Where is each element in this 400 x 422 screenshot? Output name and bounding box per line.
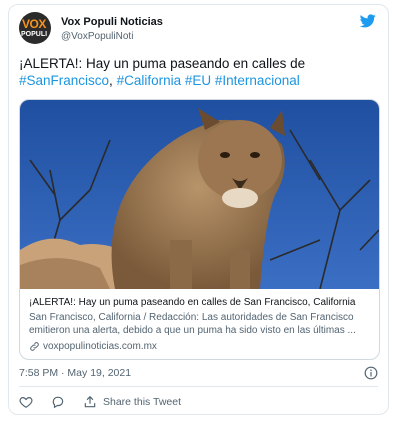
avatar-logo-subtext: POPULI (21, 31, 48, 38)
tweet-text-prefix: ¡ALERTA!: Hay un puma paseando en calles… (19, 56, 306, 71)
card-description: San Francisco, California / Redacción: L… (29, 312, 356, 336)
avatar[interactable]: VOX POPULI (19, 12, 51, 44)
card-title[interactable]: ¡ALERTA!: Hay un puma paseando en calles… (29, 296, 373, 309)
link-icon (30, 342, 39, 351)
share-icon (84, 395, 96, 408)
tweet-header: VOX POPULI Vox Populi Noticias @VoxPopul… (19, 12, 378, 50)
hashtag-link[interactable]: #EU (185, 73, 211, 88)
heart-icon (19, 397, 33, 408)
puma-photo[interactable] (20, 100, 379, 289)
tweet-timestamp[interactable]: 7:58 PM · May 19, 2021 (19, 367, 131, 379)
author-handle[interactable]: @VoxPopuliNoti (61, 31, 133, 42)
author-name[interactable]: Vox Populi Noticias (61, 16, 163, 28)
avatar-logo-text: VOX (22, 17, 46, 31)
info-icon[interactable] (364, 366, 378, 380)
tweet-actions: Share this Tweet (19, 393, 199, 411)
divider (19, 386, 378, 387)
link-preview-card[interactable]: ¡ALERTA!: Hay un puma paseando en calles… (19, 99, 380, 360)
reply-icon (52, 396, 64, 409)
like-button[interactable] (19, 395, 33, 409)
card-body: ¡ALERTA!: Hay un puma paseando en calles… (29, 296, 373, 352)
card-domain-text: voxpopulinoticias.com.mx (43, 341, 157, 352)
share-button[interactable]: Share this Tweet (83, 395, 181, 409)
share-label: Share this Tweet (103, 396, 182, 408)
hashtag-link[interactable]: #SanFrancisco (19, 73, 109, 88)
twitter-bird-icon[interactable] (360, 14, 376, 28)
hashtag-link[interactable]: #Internacional (215, 73, 300, 88)
tweet-text: ¡ALERTA!: Hay un puma paseando en calles… (19, 56, 306, 88)
reply-button[interactable] (51, 395, 65, 409)
card-domain[interactable]: voxpopulinoticias.com.mx (29, 341, 373, 352)
tweet-card: VOX POPULI Vox Populi Noticias @VoxPopul… (8, 4, 389, 415)
hashtag-link[interactable]: #California (117, 73, 182, 88)
